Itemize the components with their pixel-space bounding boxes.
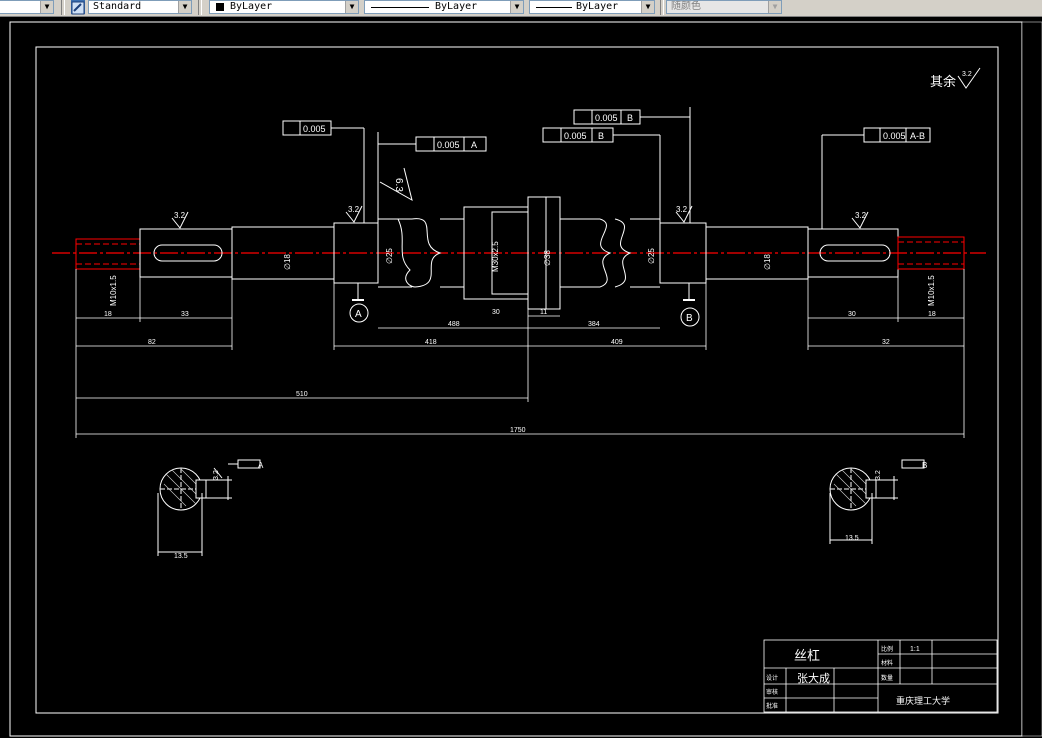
viewport-border <box>9 21 1023 737</box>
color-swatch-icon <box>216 3 224 11</box>
perp-b2-ref: B <box>598 131 604 141</box>
dim-d4: 418 <box>425 339 437 346</box>
designer-name: 张大成 <box>797 671 830 685</box>
end-left-label: M10x1.5 <box>109 275 118 306</box>
roughness-r3: 3.2 <box>348 205 360 214</box>
dropdown-arrow-icon[interactable]: ▼ <box>178 1 191 13</box>
drawing-frame <box>35 46 999 714</box>
dim-d6: 30 <box>492 309 500 316</box>
label-design: 设计 <box>766 674 778 682</box>
runout-ab-ref: A-B <box>910 131 925 141</box>
color-combo[interactable]: ByLayer ▼ <box>209 0 359 14</box>
plotstyle-value: 随颜色 <box>671 1 701 12</box>
datum-markers <box>349 283 700 327</box>
dropdown-arrow-icon[interactable]: ▼ <box>40 1 53 13</box>
lineweight-combo[interactable]: ByLayer ▼ <box>529 0 655 14</box>
roughness-texts: 6.3 3.2 3.2 3.2 3.2 <box>174 178 867 220</box>
toolbar-separator <box>660 0 664 15</box>
linetype-preview-icon <box>371 7 429 8</box>
surface-note-value: 3.2 <box>962 71 972 78</box>
title-block-texts: 丝杠 张大成 重庆理工大学 设计 审核 批准 比例 材料 数量 1:1 <box>766 645 950 710</box>
cad-canvas[interactable]: 其余 3.2 M10x1.5 ∅18 ∅25 M30x2.5 ∅38 ∅25 ∅… <box>0 17 1042 738</box>
datum-b-label: B <box>686 313 693 324</box>
dim-d9: 409 <box>611 339 623 346</box>
perp-a-ref: A <box>471 140 477 150</box>
perp-b1-ref: B <box>627 113 633 123</box>
dropdown-arrow-icon[interactable]: ▼ <box>641 1 654 13</box>
collar-label: ∅38 <box>543 250 552 266</box>
runout-ab-value: 0.005 <box>883 131 906 141</box>
perp-a-value: 0.005 <box>437 140 460 150</box>
roughness-r1: 6.3 <box>393 178 404 192</box>
text-style-icon[interactable] <box>71 0 85 15</box>
left-section-key: 3.2 <box>213 470 220 480</box>
previous-style-combo[interactable]: ▼ <box>0 0 54 14</box>
school-name: 重庆理工大学 <box>896 695 950 706</box>
toolbar-separator <box>61 0 65 15</box>
dim-d1: 18 <box>104 311 112 318</box>
bearing-left-label: ∅25 <box>385 248 394 264</box>
end-right-label: M10x1.5 <box>927 275 936 306</box>
text-style-combo[interactable]: Standard ▼ <box>88 0 192 14</box>
label-scale: 比例 <box>881 645 893 653</box>
linetype-value: ByLayer <box>435 1 478 12</box>
datum-a-label: A <box>355 309 362 320</box>
perp-b2-value: 0.005 <box>564 131 587 141</box>
perp-b1-value: 0.005 <box>595 113 618 123</box>
dropdown-arrow-icon[interactable]: ▼ <box>510 1 523 13</box>
lineweight-preview-icon <box>536 7 572 8</box>
toolbar-separator <box>198 0 202 15</box>
dim-d8: 384 <box>588 321 600 328</box>
text-style-value: Standard <box>93 1 142 12</box>
diameter-labels: M10x1.5 ∅18 ∅25 M30x2.5 ∅38 ∅25 ∅18 M10x… <box>109 241 936 306</box>
dim-d12: 18 <box>928 311 936 318</box>
dropdown-arrow-icon: ▼ <box>768 1 781 13</box>
runout-a-value: 0.005 <box>303 124 326 134</box>
properties-toolbar: ▼ Standard ▼ ByLayer ▼ ByLayer ▼ ByLayer… <box>0 0 1042 17</box>
layer-color-value: ByLayer <box>230 1 273 12</box>
dim-d13: 510 <box>296 391 308 398</box>
shaft-left-label: ∅18 <box>283 254 292 270</box>
label-material: 材料 <box>881 659 893 667</box>
dim-d10: 30 <box>848 311 856 318</box>
left-section-ref: A <box>258 461 264 470</box>
lineweight-value: ByLayer <box>576 1 619 12</box>
label-check: 审核 <box>766 688 778 696</box>
vertical-scrollbar[interactable] <box>1021 21 1042 737</box>
thread-label: M30x2.5 <box>491 241 500 272</box>
scale-value: 1:1 <box>910 646 920 653</box>
label-qty: 数量 <box>881 674 893 682</box>
dim-d14: 1750 <box>510 427 526 434</box>
surface-note: 其余 <box>930 74 956 89</box>
dim-d7: 11 <box>540 309 547 316</box>
tolerance-frames <box>282 107 931 229</box>
right-section-texts: 13.5 3.2 B <box>845 461 927 542</box>
part-name: 丝杠 <box>794 648 820 663</box>
roughness-symbols <box>171 167 869 229</box>
dim-d2: 33 <box>181 311 189 318</box>
left-section-dim: 13.5 <box>174 553 188 560</box>
drawing-area[interactable]: 其余 3.2 M10x1.5 ∅18 ∅25 M30x2.5 ∅38 ∅25 ∅… <box>0 17 1042 738</box>
right-section-ref: B <box>922 461 927 470</box>
dim-d11: 32 <box>882 339 890 346</box>
label-approve: 批准 <box>766 702 778 710</box>
dim-d5: 488 <box>448 321 460 328</box>
dropdown-arrow-icon[interactable]: ▼ <box>345 1 358 13</box>
plotstyle-combo: 随颜色 ▼ <box>666 0 782 14</box>
roughness-r4: 3.2 <box>676 205 688 214</box>
bearing-right-label: ∅25 <box>647 248 656 264</box>
left-section-view <box>157 459 261 556</box>
right-section-key: 3.2 <box>875 470 882 480</box>
shaft-right-label: ∅18 <box>763 254 772 270</box>
roughness-r2: 3.2 <box>174 211 186 220</box>
dim-d3: 82 <box>148 339 156 346</box>
linetype-combo[interactable]: ByLayer ▼ <box>364 0 524 14</box>
roughness-r5: 3.2 <box>855 211 867 220</box>
right-section-dim: 13.5 <box>845 535 859 542</box>
